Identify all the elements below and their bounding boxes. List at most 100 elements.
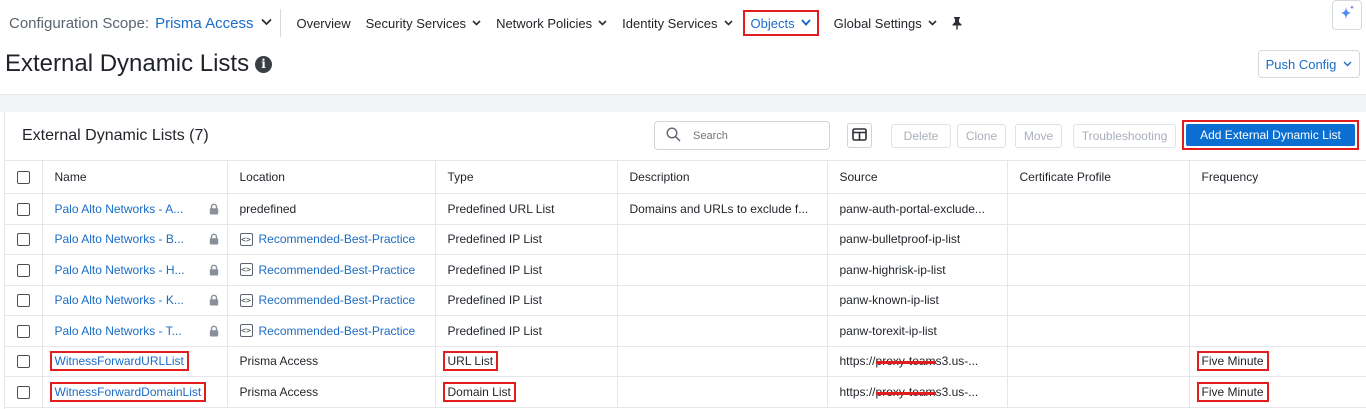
row-checkbox[interactable] <box>16 294 30 308</box>
type-value: URL List <box>442 351 499 372</box>
table-row[interactable]: WitnessForwardDomainList Prisma Access D… <box>5 376 1366 408</box>
chevron-down-icon <box>723 18 733 28</box>
table-row[interactable]: Palo Alto Networks - T... <> Recommended-… <box>5 315 1366 347</box>
table-row[interactable]: Palo Alto Networks - B... <> Recommended-… <box>5 224 1366 255</box>
column-header-location[interactable]: Location <box>227 160 436 194</box>
certificate-profile-cell <box>1007 346 1190 377</box>
select-all-cell[interactable] <box>5 160 43 194</box>
description-cell <box>617 224 828 255</box>
source-cell: panw-known-ip-list <box>827 285 1008 316</box>
source-suffix: s3.us-... <box>935 384 979 399</box>
row-checkbox[interactable] <box>16 263 30 277</box>
edl-name-link[interactable]: Palo Alto Networks - H... <box>55 263 185 277</box>
row-select-cell[interactable] <box>5 315 43 347</box>
nav-overview[interactable]: Overview <box>296 10 350 36</box>
nav-security-services[interactable]: Security Services <box>366 10 481 36</box>
add-external-dynamic-list-button[interactable]: Add External Dynamic List <box>1182 120 1359 150</box>
column-header-description[interactable]: Description <box>617 160 828 194</box>
name-cell: Palo Alto Networks - H... <box>42 254 228 286</box>
row-checkbox[interactable] <box>16 355 30 369</box>
certificate-profile-cell <box>1007 376 1190 408</box>
location-link[interactable]: Recommended-Best-Practice <box>259 263 416 277</box>
nav-overview-label: Overview <box>296 15 351 31</box>
row-checkbox[interactable] <box>16 202 30 216</box>
location-cell: <> Recommended-Best-Practice <box>227 254 436 286</box>
source-prefix: https:// <box>839 354 876 369</box>
row-select-cell[interactable] <box>5 254 43 286</box>
nav-identity-services-label: Identity Services <box>622 15 718 31</box>
section-divider <box>0 94 1366 112</box>
row-checkbox[interactable] <box>16 233 30 247</box>
row-select-cell[interactable] <box>5 224 43 255</box>
frequency-value: Five Minute <box>1196 381 1269 402</box>
location-cell: <> Recommended-Best-Practice <box>227 224 436 255</box>
location-cell: Prisma Access <box>227 376 436 408</box>
row-checkbox[interactable] <box>16 324 30 338</box>
row-select-cell[interactable] <box>5 285 43 316</box>
lock-icon <box>209 294 219 306</box>
edl-name-link[interactable]: Palo Alto Networks - A... <box>55 202 184 216</box>
delete-label: Delete <box>903 129 939 143</box>
location-cell: <> Recommended-Best-Practice <box>227 285 436 316</box>
row-select-cell[interactable] <box>5 346 43 377</box>
column-header-name[interactable]: Name <box>42 160 228 194</box>
nav-global-settings[interactable]: Global Settings <box>834 10 937 36</box>
top-navigation: Configuration Scope: Prisma Access Overv… <box>0 0 1366 46</box>
select-all-checkbox[interactable] <box>16 171 30 185</box>
table-row[interactable]: Palo Alto Networks - H... <> Recommended-… <box>5 254 1366 286</box>
edl-name-link[interactable]: Palo Alto Networks - T... <box>55 324 182 338</box>
column-header-frequency[interactable]: Frequency <box>1189 160 1366 194</box>
edl-name-link[interactable]: WitnessForwardDomainList <box>49 381 207 402</box>
source-redacted: proxy-team <box>875 384 936 399</box>
edl-name-link[interactable]: Palo Alto Networks - K... <box>55 293 184 307</box>
chevron-down-icon[interactable] <box>261 17 273 29</box>
column-settings-button[interactable] <box>847 123 872 148</box>
search-box[interactable] <box>654 121 830 150</box>
push-config-label: Push Config <box>1265 56 1337 72</box>
info-icon[interactable]: i <box>255 55 273 73</box>
ai-assistant-button[interactable] <box>1332 0 1362 30</box>
scope-value[interactable]: Prisma Access <box>155 15 253 32</box>
edl-name-link[interactable]: Palo Alto Networks - B... <box>55 232 184 246</box>
type-cell: Predefined IP List <box>435 315 618 347</box>
pin-icon[interactable] <box>951 16 963 30</box>
configuration-scope-selector[interactable]: Configuration Scope: Prisma Access <box>9 9 282 37</box>
troubleshooting-button[interactable]: Troubleshooting <box>1073 124 1176 148</box>
add-button-face[interactable]: Add External Dynamic List <box>1186 124 1355 146</box>
edl-name-link[interactable]: WitnessForwardURLList <box>49 351 189 372</box>
chevron-down-icon <box>1343 59 1352 69</box>
row-select-cell[interactable] <box>5 376 43 408</box>
type-cell: Predefined IP List <box>435 224 618 255</box>
frequency-cell <box>1189 315 1366 347</box>
move-button[interactable]: Move <box>1015 124 1062 148</box>
column-header-certificate-profile[interactable]: Certificate Profile <box>1007 160 1190 194</box>
location-link[interactable]: Recommended-Best-Practice <box>259 324 416 338</box>
delete-button[interactable]: Delete <box>891 124 951 148</box>
row-select-cell[interactable] <box>5 193 43 225</box>
column-header-source[interactable]: Source <box>827 160 1008 194</box>
table-row[interactable]: WitnessForwardURLList Prisma Access URL … <box>5 346 1366 377</box>
location-link[interactable]: Recommended-Best-Practice <box>259 293 416 307</box>
nav-network-policies[interactable]: Network Policies <box>496 10 607 36</box>
type-cell: URL List <box>435 346 618 377</box>
search-input[interactable] <box>693 129 813 142</box>
table-row[interactable]: Palo Alto Networks - K... <> Recommended-… <box>5 285 1366 316</box>
source-cell: panw-highrisk-ip-list <box>827 254 1008 286</box>
lock-icon <box>209 233 219 245</box>
nav-identity-services[interactable]: Identity Services <box>622 10 733 36</box>
description-cell: Domains and URLs to exclude f... <box>617 193 828 225</box>
table-row[interactable]: Palo Alto Networks - A... predefined Pre… <box>5 193 1366 225</box>
name-cell: Palo Alto Networks - B... <box>42 224 228 255</box>
clone-button[interactable]: Clone <box>957 124 1006 148</box>
chevron-down-icon <box>928 18 937 28</box>
name-cell: Palo Alto Networks - T... <box>42 315 228 347</box>
nav-security-services-label: Security Services <box>365 15 467 31</box>
location-link[interactable]: Recommended-Best-Practice <box>259 232 416 246</box>
push-config-button[interactable]: Push Config <box>1258 50 1360 78</box>
nav-objects[interactable]: Objects <box>742 10 819 36</box>
row-checkbox[interactable] <box>16 385 30 399</box>
source-cell: https://proxy-teams3.us-... <box>827 346 1008 377</box>
column-header-type[interactable]: Type <box>435 160 618 194</box>
location-cell: Prisma Access <box>227 346 436 377</box>
table-header-row: Name Location Type Description Source Ce… <box>5 160 1366 194</box>
